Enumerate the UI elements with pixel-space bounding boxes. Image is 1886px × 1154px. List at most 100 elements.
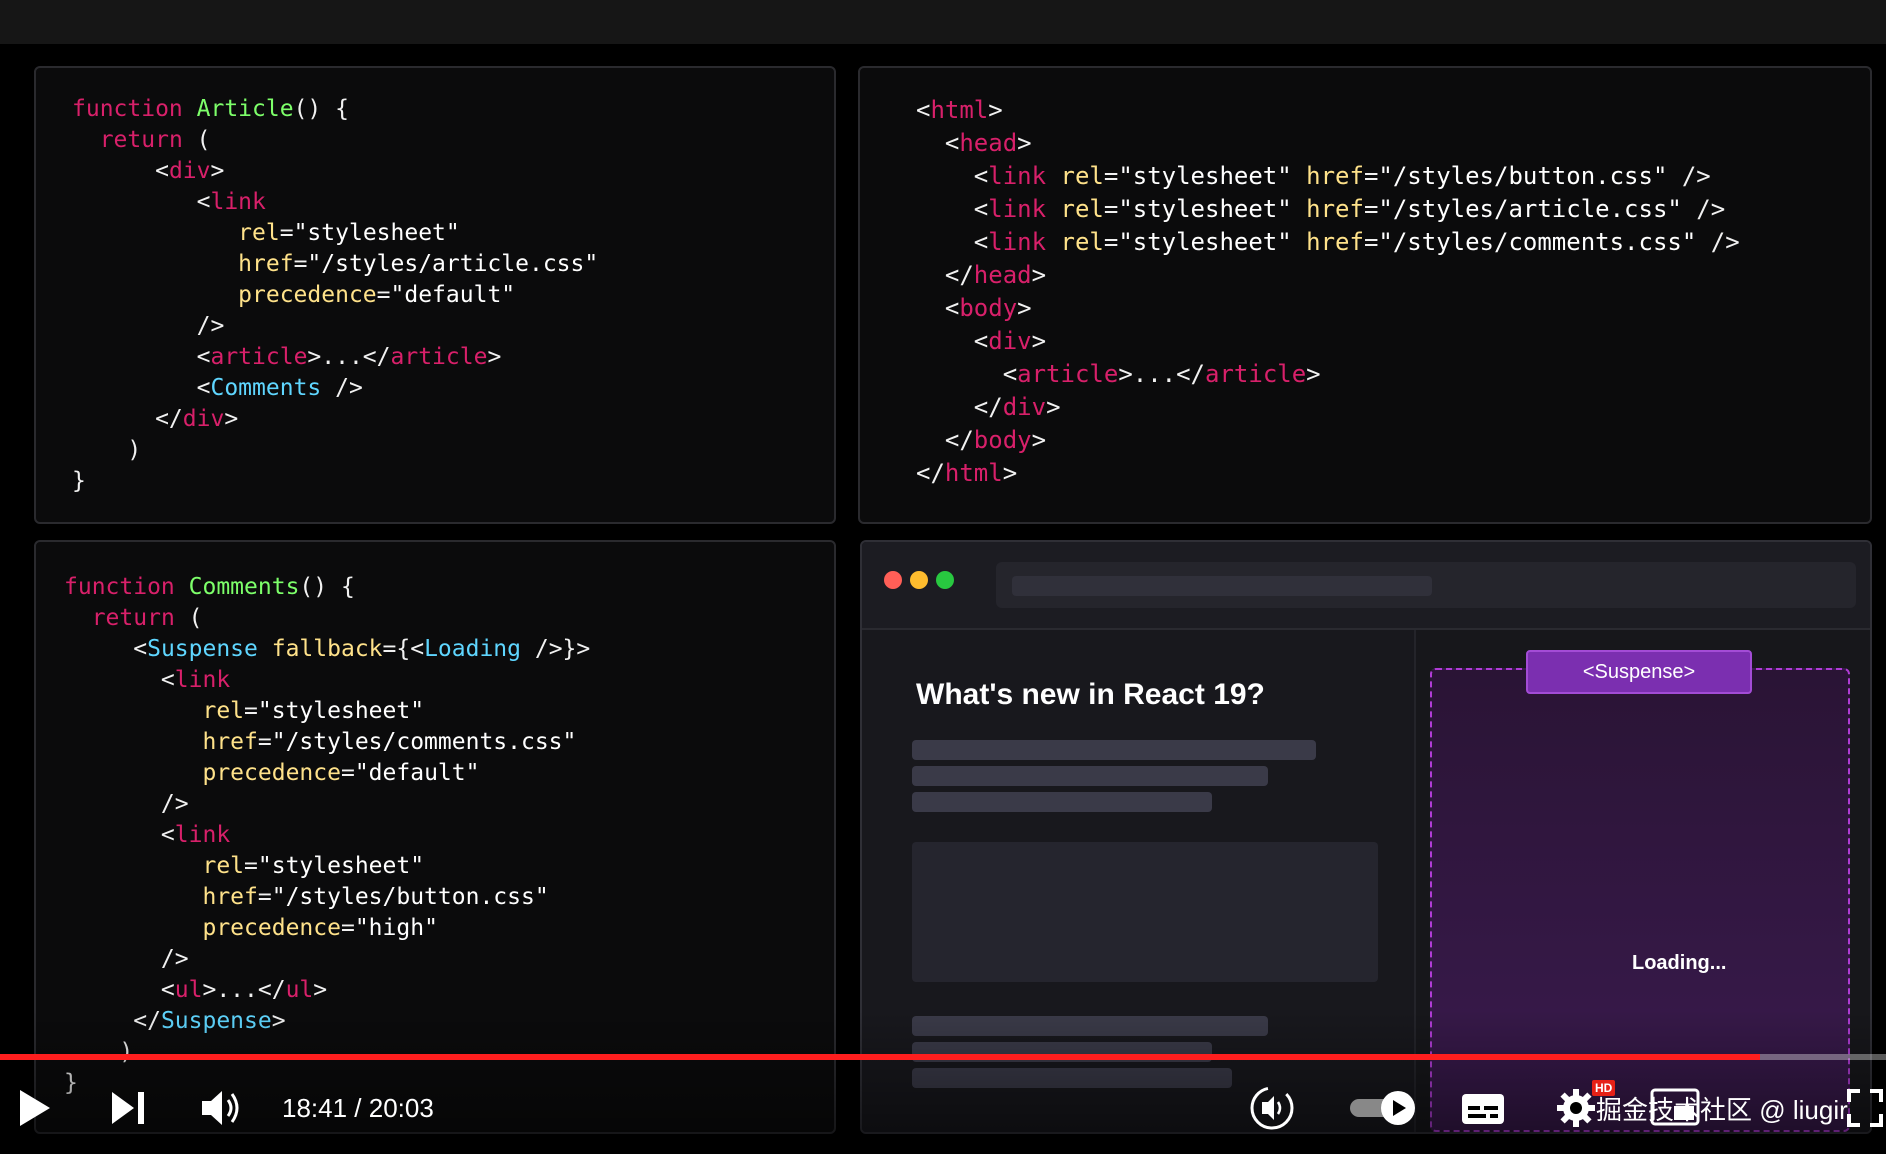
speed-icon [1250,1086,1294,1130]
code-token: rel [1060,195,1104,223]
code-token: precedence [238,282,377,308]
settings-button[interactable] [1556,1088,1596,1133]
code-token: /> [72,313,225,339]
fullscreen-button[interactable] [1846,1088,1884,1133]
code-token: < [916,129,960,157]
code-line: ) [72,435,598,466]
miniplayer-button[interactable] [1650,1088,1700,1131]
code-token: precedence [202,760,341,786]
code-token: > [210,158,225,184]
code-token: > [224,406,239,432]
code-token: href [1306,162,1364,190]
code-token: "stylesheet" [1118,228,1292,256]
code-token: article [1205,360,1307,388]
code-token: < [916,195,989,223]
code-line: <article>...</article> [916,358,1740,391]
code-token: "/styles/article.css" [307,251,599,277]
code-line: <link [64,665,590,696]
code-line: return ( [72,125,598,156]
code-token: > [313,977,328,1003]
progress-bar[interactable] [0,1054,1886,1060]
code-token: = [279,220,294,246]
code-token: />}> [521,636,591,662]
code-line: </div> [916,391,1740,424]
code-line: <Comments /> [72,373,598,404]
code-token: article [210,344,308,370]
code-token: > [1031,261,1047,289]
code-article: function Article() { return ( <div> <lin… [72,94,598,497]
play-button[interactable] [18,1088,52,1133]
code-token: > [1002,459,1018,487]
code-token: head [959,129,1018,157]
code-token: "/styles/article.css" [1378,195,1682,223]
code-line: <div> [916,325,1740,358]
article-heading: What's new in React 19? [916,678,1265,711]
next-button[interactable] [110,1090,146,1131]
code-line: /> [64,944,590,975]
volume-button[interactable] [200,1088,244,1133]
code-token: ul [285,977,314,1003]
volume-icon [202,1091,239,1125]
code-token: ( [182,127,211,153]
code-line: <link rel="stylesheet" href="/styles/but… [916,160,1740,193]
code-token: div [1002,393,1047,421]
code-token: "default" [390,282,516,308]
miniplayer-icon [1650,1088,1700,1126]
code-token: "stylesheet" [257,853,425,879]
code-token: "/styles/comments.css" [271,729,577,755]
code-token: fallback [271,636,383,662]
next-icon [112,1092,144,1124]
code-line: <head> [916,127,1740,160]
code-token: /> [64,946,189,972]
code-token: href [1306,228,1364,256]
speed-button[interactable] [1246,1084,1298,1137]
code-token: = [244,698,258,724]
code-line: href="/styles/comments.css" [64,727,590,758]
code-token: Comments [210,375,322,401]
code-token: < [64,667,175,693]
code-line: <ul>...</ul> [64,975,590,1006]
code-token: href [238,251,294,277]
code-token: > [1017,294,1032,322]
code-token: < [72,375,211,401]
loading-fallback: Loading... [1632,952,1727,974]
code-token: return [91,605,175,631]
captions-button[interactable] [1460,1092,1506,1131]
code-token: body [973,426,1032,454]
code-line: precedence="default" [64,758,590,789]
code-line: <div> [72,156,598,187]
code-line: rel="stylesheet" [64,696,590,727]
code-token: = [1103,162,1119,190]
code-token: } [72,468,86,494]
code-token: Comments [188,574,300,600]
play-icon [20,1090,50,1126]
autoplay-toggle[interactable] [1348,1090,1418,1131]
code-token: < [916,294,960,322]
video-top-bar [0,0,1886,44]
code-token: link [988,228,1047,256]
code-token: < [916,360,1018,388]
code-token: = [1363,195,1379,223]
code-token: "stylesheet" [293,220,460,246]
watermark-text: 掘金技术社区 @ liugir [1596,1095,1848,1125]
code-token: return [99,127,183,153]
code-token: = [257,729,272,755]
settings-icon [1557,1089,1595,1127]
close-dot [884,571,902,589]
code-token: rel [1060,228,1104,256]
code-token: < [916,327,989,355]
code-token: = [1103,195,1119,223]
code-line: /> [72,311,598,342]
code-line: <link rel="stylesheet" href="/styles/com… [916,226,1740,259]
code-token: > [1017,129,1032,157]
code-token: < [64,636,148,662]
code-token: > [1031,426,1047,454]
code-token: href [202,884,258,910]
code-token: link [988,195,1047,223]
code-token: () { [299,574,355,600]
